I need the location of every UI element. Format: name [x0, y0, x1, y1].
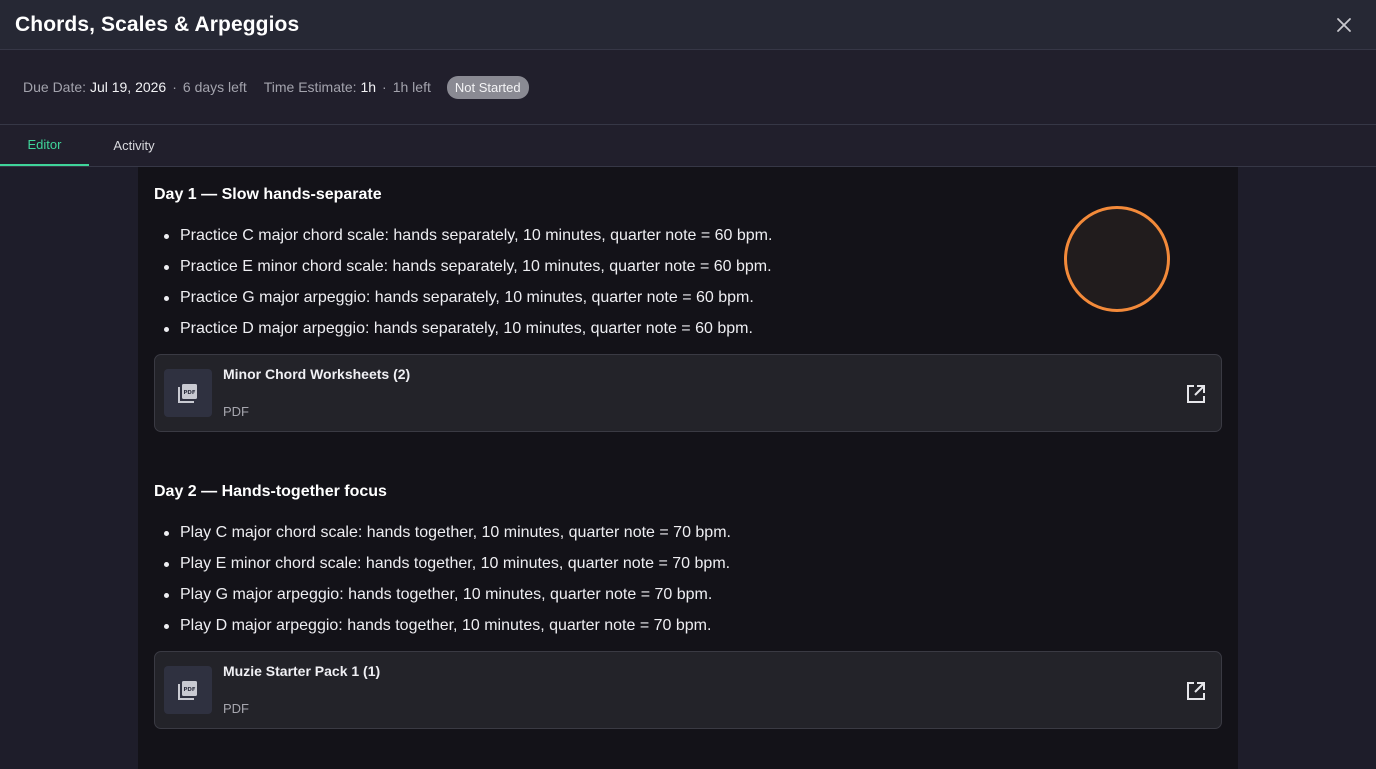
open-external-icon — [1187, 682, 1205, 700]
attachment-card[interactable]: PDF Muzie Starter Pack 1 (1) PDF — [154, 651, 1222, 729]
due-date-label: Due Date: — [23, 79, 87, 95]
due-date-value: Jul 19, 2026 — [89, 79, 167, 95]
attachment-type: PDF — [223, 404, 249, 419]
close-icon — [1337, 17, 1351, 32]
cursor-highlight — [1064, 206, 1170, 312]
list-item: Play C major chord scale: hands together… — [164, 523, 731, 554]
pdf-icon: PDF — [164, 666, 212, 714]
attachment-type: PDF — [223, 701, 249, 716]
list-item: Practice E minor chord scale: hands sepa… — [164, 257, 772, 288]
meta-separator: · — [172, 79, 177, 95]
open-external-button[interactable] — [1185, 383, 1207, 405]
day-heading: Day 1 — Slow hands-separate — [154, 186, 382, 203]
time-estimate-value: 1h — [360, 79, 377, 95]
attachment-name: Muzie Starter Pack 1 (1) — [223, 663, 381, 679]
meta-separator: · — [382, 79, 387, 95]
list-item: Play G major arpeggio: hands together, 1… — [164, 585, 731, 616]
day-task-list: Practice C major chord scale: hands sepa… — [164, 226, 772, 350]
time-estimate-remaining: 1h left — [392, 79, 431, 95]
day-heading: Day 2 — Hands-together focus — [154, 483, 387, 500]
list-item: Practice C major chord scale: hands sepa… — [164, 226, 772, 257]
open-external-button[interactable] — [1185, 680, 1207, 702]
task-meta-bar: Due Date: Jul 19, 2026 · 6 days left Time … — [0, 50, 1376, 125]
status-badge[interactable]: Not Started — [446, 75, 529, 99]
time-estimate-label: Time Estimate: — [263, 79, 357, 95]
close-button[interactable] — [1332, 13, 1356, 37]
dialog-header: Chords, Scales & Arpeggios — [0, 0, 1376, 50]
svg-text:PDF: PDF — [183, 687, 195, 693]
attachment-card[interactable]: PDF Minor Chord Worksheets (2) PDF — [154, 354, 1222, 432]
list-item: Play E minor chord scale: hands together… — [164, 554, 731, 585]
tab-editor[interactable]: Editor — [0, 125, 89, 166]
pdf-icon: PDF — [164, 369, 212, 417]
list-item: Play D major arpeggio: hands together, 1… — [164, 616, 731, 647]
day-task-list: Play C major chord scale: hands together… — [164, 523, 731, 647]
dialog-title: Chords, Scales & Arpeggios — [15, 12, 300, 36]
tab-activity[interactable]: Activity — [89, 125, 179, 166]
tab-bar: Editor Activity — [0, 125, 1376, 167]
list-item: Practice G major arpeggio: hands separat… — [164, 288, 772, 319]
due-date-remaining: 6 days left — [182, 79, 247, 95]
svg-text:PDF: PDF — [183, 390, 195, 396]
open-external-icon — [1187, 385, 1205, 403]
list-item: Practice D major arpeggio: hands separat… — [164, 319, 772, 350]
attachment-name: Minor Chord Worksheets (2) — [223, 366, 411, 382]
